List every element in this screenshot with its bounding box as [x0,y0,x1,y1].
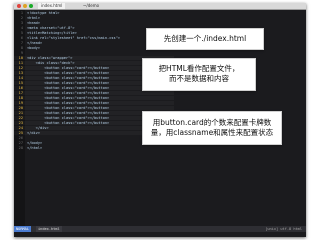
line-number: 7 [20,41,23,45]
code-line[interactable]: 9 [14,51,174,55]
code-text: <button class="card"></button> [27,66,110,70]
line-number: 1 [20,11,23,15]
code-text: <button class="card"></button> [27,121,110,125]
code-text: <meta charset="utf-8"> [27,26,75,30]
code-text: <link rel="stylesheet" href="css/main.cs… [27,36,121,40]
code-text: <title>Matching</title> [27,31,77,35]
line-number: 9 [20,51,23,55]
line-number: 27 [18,141,23,145]
command-line[interactable] [14,232,306,237]
code-text: <button class="card"></button> [27,106,110,110]
code-text: <div class="deck"> [27,61,75,65]
line-number: 26 [18,136,23,140]
zoom-icon[interactable] [29,4,33,8]
code-text: </head> [27,41,43,45]
line-number: 12 [18,66,23,70]
code-text: </body> [27,141,43,145]
code-text: <div class="wrapper"> [27,56,73,60]
line-number: 25 [18,131,23,135]
code-line[interactable]: 17 <button class="card"></button> [14,91,174,95]
minimize-icon[interactable] [23,4,27,8]
line-number: 10 [18,56,23,60]
code-line[interactable]: 19 <button class="card"></button> [14,101,174,105]
code-text: <body> [27,46,40,50]
code-text: <html> [27,16,40,20]
line-number: 20 [18,106,23,110]
line-number: 15 [18,81,23,85]
title-bar: index.html ~/demo [14,3,306,10]
line-number: 24 [18,126,23,130]
code-text: <button class="card"></button> [27,81,110,85]
code-line[interactable]: 1 <!doctype html> [14,11,174,15]
code-text: <button class="card"></button> [27,101,110,105]
line-number: 16 [18,86,23,90]
line-number: 28 [18,146,23,150]
callout-html-config-line1: 把HTML看作配置文件， [158,64,240,73]
code-text: <button class="card"></button> [27,76,110,80]
code-text: <head> [27,21,40,25]
line-number: 5 [20,31,23,35]
line-number: 6 [20,36,23,40]
slide: index.html ~/demo 1 <!doctype html> 2 <html… [0,0,320,240]
line-number: 3 [20,21,23,25]
line-number: 19 [18,101,23,105]
code-text: <button class="card"></button> [27,91,110,95]
line-number: 18 [18,96,23,100]
line-number: 21 [18,111,23,115]
code-text: </div> [27,131,40,135]
code-text: <button class="card"></button> [27,116,110,120]
callout-button-config: 用button.card的个数来配置卡牌数 量，用classname和属性来配置… [142,111,282,145]
line-number: 17 [18,91,23,95]
code-line[interactable]: 20 <button class="card"></button> [14,106,174,110]
callout-button-config-line1: 用button.card的个数来配置卡牌数 [152,118,272,127]
callout-html-config: 把HTML看作配置文件， 而不是数据和内容 [142,58,256,91]
callout-html-config-line2: 而不是数据和内容 [169,74,229,83]
line-number: 4 [20,26,23,30]
code-line[interactable]: 18 <button class="card"></button> [14,96,174,100]
callout-button-config-line2: 量，用classname和属性来配置状态 [150,128,274,137]
line-number: 2 [20,16,23,20]
code-line[interactable]: 28 </html> [14,146,174,150]
tab-index-html[interactable]: index.html [38,3,66,9]
close-icon[interactable] [17,4,21,8]
line-number: 14 [18,76,23,80]
line-number: 22 [18,116,23,120]
code-text: <!doctype html> [27,11,60,15]
line-number: 23 [18,121,23,125]
code-line[interactable]: 3 <head> [14,21,174,25]
line-number: 13 [18,71,23,75]
code-text: <button class="card"></button> [27,111,110,115]
code-text: </div> [27,126,49,130]
code-text: <button class="card"></button> [27,71,110,75]
tab-demo[interactable]: ~/demo [80,3,102,9]
code-text: <button class="card"></button> [27,86,110,90]
code-line[interactable]: 2 <html> [14,16,174,20]
line-number: 11 [18,61,23,65]
callout-create-text: 先创建一个./index.html [163,34,247,43]
code-text: </html> [27,146,43,150]
callout-create-index: 先创建一个./index.html [146,28,264,50]
code-text: <button class="card"></button> [27,96,110,100]
line-number: 8 [20,46,23,50]
